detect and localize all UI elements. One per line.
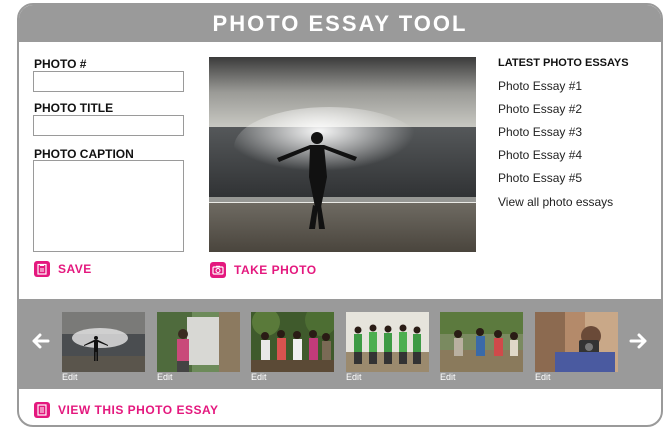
thumbnail-photo-2[interactable]: Edit — [157, 312, 240, 384]
latest-essay-link[interactable]: Photo Essay #3 — [498, 124, 582, 147]
thumbnail-photo-1[interactable]: Edit — [62, 312, 145, 384]
save-icon — [34, 261, 50, 277]
save-button[interactable]: SAVE — [34, 261, 92, 277]
photo-caption-textarea[interactable] — [33, 160, 184, 252]
arrow-left-icon[interactable] — [32, 333, 50, 354]
edit-link[interactable]: Edit — [535, 372, 551, 382]
arrow-right-icon[interactable] — [629, 333, 647, 354]
take-photo-label: TAKE PHOTO — [234, 263, 317, 277]
document-icon — [34, 402, 50, 418]
main-photo — [209, 57, 476, 252]
take-photo-button[interactable]: TAKE PHOTO — [210, 262, 317, 278]
latest-essay-link[interactable]: Photo Essay #5 — [498, 170, 582, 193]
latest-essay-link[interactable]: Photo Essay #1 — [498, 78, 582, 101]
photo-number-label: PHOTO # — [34, 57, 87, 71]
edit-link[interactable]: Edit — [62, 372, 78, 382]
photo-caption-label: PHOTO CAPTION — [34, 147, 134, 161]
latest-essays-heading: LATEST PHOTO ESSAYS — [498, 57, 629, 69]
camera-icon — [210, 262, 226, 278]
latest-essay-link[interactable]: Photo Essay #2 — [498, 101, 582, 124]
latest-essay-link[interactable]: Photo Essay #4 — [498, 147, 582, 170]
thumbnail-photo-5[interactable]: Edit — [440, 312, 523, 384]
photo-essay-window: PHOTO ESSAY TOOL PHOTO # PHOTO TITLE PHO… — [17, 3, 663, 427]
thumbnail-photo-6[interactable]: Edit — [535, 312, 618, 384]
edit-link[interactable]: Edit — [346, 372, 362, 382]
edit-link[interactable]: Edit — [157, 372, 173, 382]
app-title: PHOTO ESSAY TOOL — [19, 5, 661, 42]
view-photo-essay-button[interactable]: VIEW THIS PHOTO ESSAY — [34, 402, 219, 418]
thumbnail-strip: Edit Edit Edit Edit Edit Edit — [19, 299, 661, 389]
thumbnail-photo-4[interactable]: Edit — [346, 312, 429, 384]
view-photo-essay-label: VIEW THIS PHOTO ESSAY — [58, 403, 219, 417]
view-all-essays-link[interactable]: View all photo essays — [498, 195, 613, 209]
thumbnail-photo-3[interactable]: Edit — [251, 312, 334, 384]
photo-title-input[interactable] — [33, 115, 184, 136]
edit-link[interactable]: Edit — [440, 372, 456, 382]
save-label: SAVE — [58, 262, 92, 276]
photo-number-input[interactable] — [33, 71, 184, 92]
photo-title-label: PHOTO TITLE — [34, 101, 114, 115]
edit-link[interactable]: Edit — [251, 372, 267, 382]
latest-essays-list: Photo Essay #1 Photo Essay #2 Photo Essa… — [498, 78, 582, 193]
